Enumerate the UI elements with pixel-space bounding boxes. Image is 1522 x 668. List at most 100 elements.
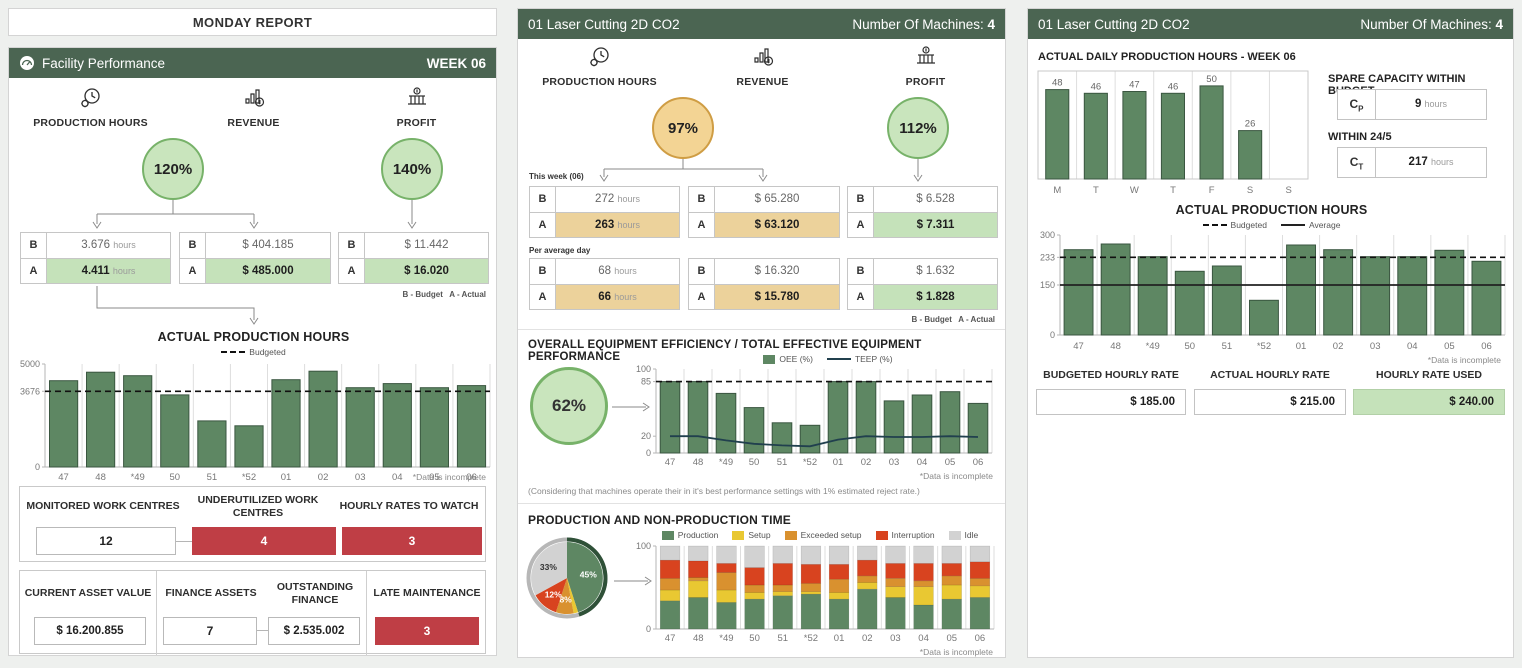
svg-text:*52: *52 <box>804 633 818 644</box>
late-maintenance-value: 3 <box>375 617 479 645</box>
kpi-label: PROFIT <box>335 117 498 129</box>
kpi-revenue: REVENUE <box>172 86 335 129</box>
oee-swatch <box>763 355 775 364</box>
gauge-hours-revenue: 120% <box>142 138 204 200</box>
gauge-hours-revenue: 97% <box>652 97 714 159</box>
spare-capacity-box: CP 9 hours <box>1337 89 1487 120</box>
budget-value: $ 11.442 <box>365 233 488 258</box>
svg-text:02: 02 <box>861 457 872 468</box>
divider <box>366 571 367 655</box>
clock-icon <box>79 86 103 110</box>
svg-text:47: 47 <box>665 457 676 468</box>
hourly-rates-watch-value: 3 <box>342 527 482 555</box>
monitored-work-centres-value: 12 <box>36 527 176 555</box>
svg-text:45%: 45% <box>580 570 597 580</box>
panel-title: 01 Laser Cutting 2D CO2 <box>528 17 680 32</box>
svg-text:*49: *49 <box>131 472 145 483</box>
avg-table-revenue: B$ 16.320 A$ 15.780 <box>688 258 840 310</box>
interruption-swatch <box>876 531 888 540</box>
revenue-icon <box>751 45 775 69</box>
actual-value: 4.411 hours <box>47 259 170 283</box>
metric-label: FINANCE ASSETS <box>160 579 262 609</box>
svg-text:01: 01 <box>833 457 844 468</box>
svg-text:50: 50 <box>1206 74 1217 85</box>
actual-value: $ 1.828 <box>874 285 997 309</box>
svg-text:85: 85 <box>641 377 651 387</box>
svg-text:50: 50 <box>1185 341 1196 352</box>
budget-value: $ 16.320 <box>715 259 839 284</box>
actual-value: $ 485.000 <box>206 259 330 283</box>
budgeted-hourly-rate: $ 185.00 <box>1036 389 1186 415</box>
svg-text:04: 04 <box>918 633 929 644</box>
svg-text:100: 100 <box>636 542 651 551</box>
dashed-line-swatch <box>1203 224 1227 226</box>
svg-text:02: 02 <box>862 633 873 644</box>
actual-value: 66 hours <box>556 285 679 309</box>
svg-text:33%: 33% <box>540 562 557 572</box>
svg-text:01: 01 <box>1296 341 1307 352</box>
machine-hours-title: ACTUAL PRODUCTION HOURS <box>1028 203 1515 217</box>
svg-text:04: 04 <box>392 472 403 483</box>
metric-label: MONITORED WORK CENTRES <box>24 493 182 521</box>
daily-hours-chart: 484647465026MTWTFSS <box>1035 67 1311 202</box>
rate-label: HOURLY RATE USED <box>1353 369 1505 383</box>
kpi-connector-arrows <box>518 157 1007 187</box>
incomplete-note: *Data is incomplete <box>413 472 486 482</box>
svg-text:47: 47 <box>1073 341 1084 352</box>
machines-count: Number Of Machines: 4 <box>1360 17 1503 32</box>
kpi-profit: PROFIT <box>335 86 498 129</box>
ct-symbol: CT <box>1338 148 1376 177</box>
underutilized-work-centres-value: 4 <box>192 527 336 555</box>
svg-text:F: F <box>1209 185 1215 196</box>
gauge-profit: 112% <box>887 97 949 159</box>
svg-text:06: 06 <box>975 633 986 644</box>
production-time-title: PRODUCTION AND NON-PRODUCTION TIME <box>528 513 791 527</box>
panel-title: Facility Performance <box>42 56 165 71</box>
svg-text:03: 03 <box>890 633 901 644</box>
svg-text:02: 02 <box>318 472 329 483</box>
kpi-label: PRODUCTION HOURS <box>9 117 172 129</box>
svg-text:05: 05 <box>1444 341 1455 352</box>
current-asset-value: $ 16.200.855 <box>34 617 146 645</box>
hourly-rate-used: $ 240.00 <box>1353 389 1505 415</box>
profit-icon <box>914 45 938 69</box>
svg-text:26: 26 <box>1245 119 1256 130</box>
svg-text:0: 0 <box>646 448 651 458</box>
svg-text:51: 51 <box>207 472 218 483</box>
kpi-production-hours: PRODUCTION HOURS <box>518 45 681 88</box>
budget-value: $ 1.632 <box>874 259 997 284</box>
chart-legend: Budgeted <box>9 347 498 357</box>
budget-value: $ 404.185 <box>206 233 330 258</box>
svg-text:46: 46 <box>1168 81 1179 92</box>
teep-swatch <box>827 358 851 360</box>
spare-capacity-value: 9 hours <box>1376 90 1486 119</box>
svg-text:100: 100 <box>636 365 651 374</box>
oee-gauge: 62% <box>530 367 608 445</box>
svg-text:S: S <box>1286 185 1292 196</box>
facility-hours-chart: 0367650004748*495051*52010203040506 <box>9 358 498 489</box>
budget-actual-table-hours: B3.676 hours A4.411 hours <box>20 232 171 284</box>
svg-text:50: 50 <box>749 633 760 644</box>
kpi-revenue: REVENUE <box>681 45 844 88</box>
machines-count: Number Of Machines: 4 <box>852 17 995 32</box>
incomplete-note: *Data is incomplete <box>1428 355 1501 365</box>
machine-hours-chart: 01502333004748*495051*52010203040506 <box>1028 231 1515 358</box>
report-title-bar: MONDAY REPORT <box>8 8 497 36</box>
svg-text:47: 47 <box>665 633 676 644</box>
svg-text:05: 05 <box>945 457 956 468</box>
panel-title: 01 Laser Cutting 2D CO2 <box>1038 17 1190 32</box>
actual-value: 263 hours <box>556 213 679 237</box>
assets-box: CURRENT ASSET VALUE FINANCE ASSETS OUTST… <box>19 570 486 654</box>
svg-text:03: 03 <box>889 457 900 468</box>
report-title: MONDAY REPORT <box>193 15 312 30</box>
svg-text:50: 50 <box>170 472 181 483</box>
svg-text:12%: 12% <box>545 590 562 600</box>
incomplete-note: *Data is incomplete <box>920 471 993 481</box>
svg-text:50: 50 <box>749 457 760 468</box>
production-time-pie: 45%8%12%33% <box>524 535 610 626</box>
svg-text:5000: 5000 <box>20 359 40 369</box>
budget-value: $ 65.280 <box>715 187 839 212</box>
within-245-box: CT 217 hours <box>1337 147 1487 178</box>
chart-title: ACTUAL PRODUCTION HOURS <box>9 330 498 344</box>
budget-actual-legend: B - Budget A - Actual <box>911 315 995 324</box>
